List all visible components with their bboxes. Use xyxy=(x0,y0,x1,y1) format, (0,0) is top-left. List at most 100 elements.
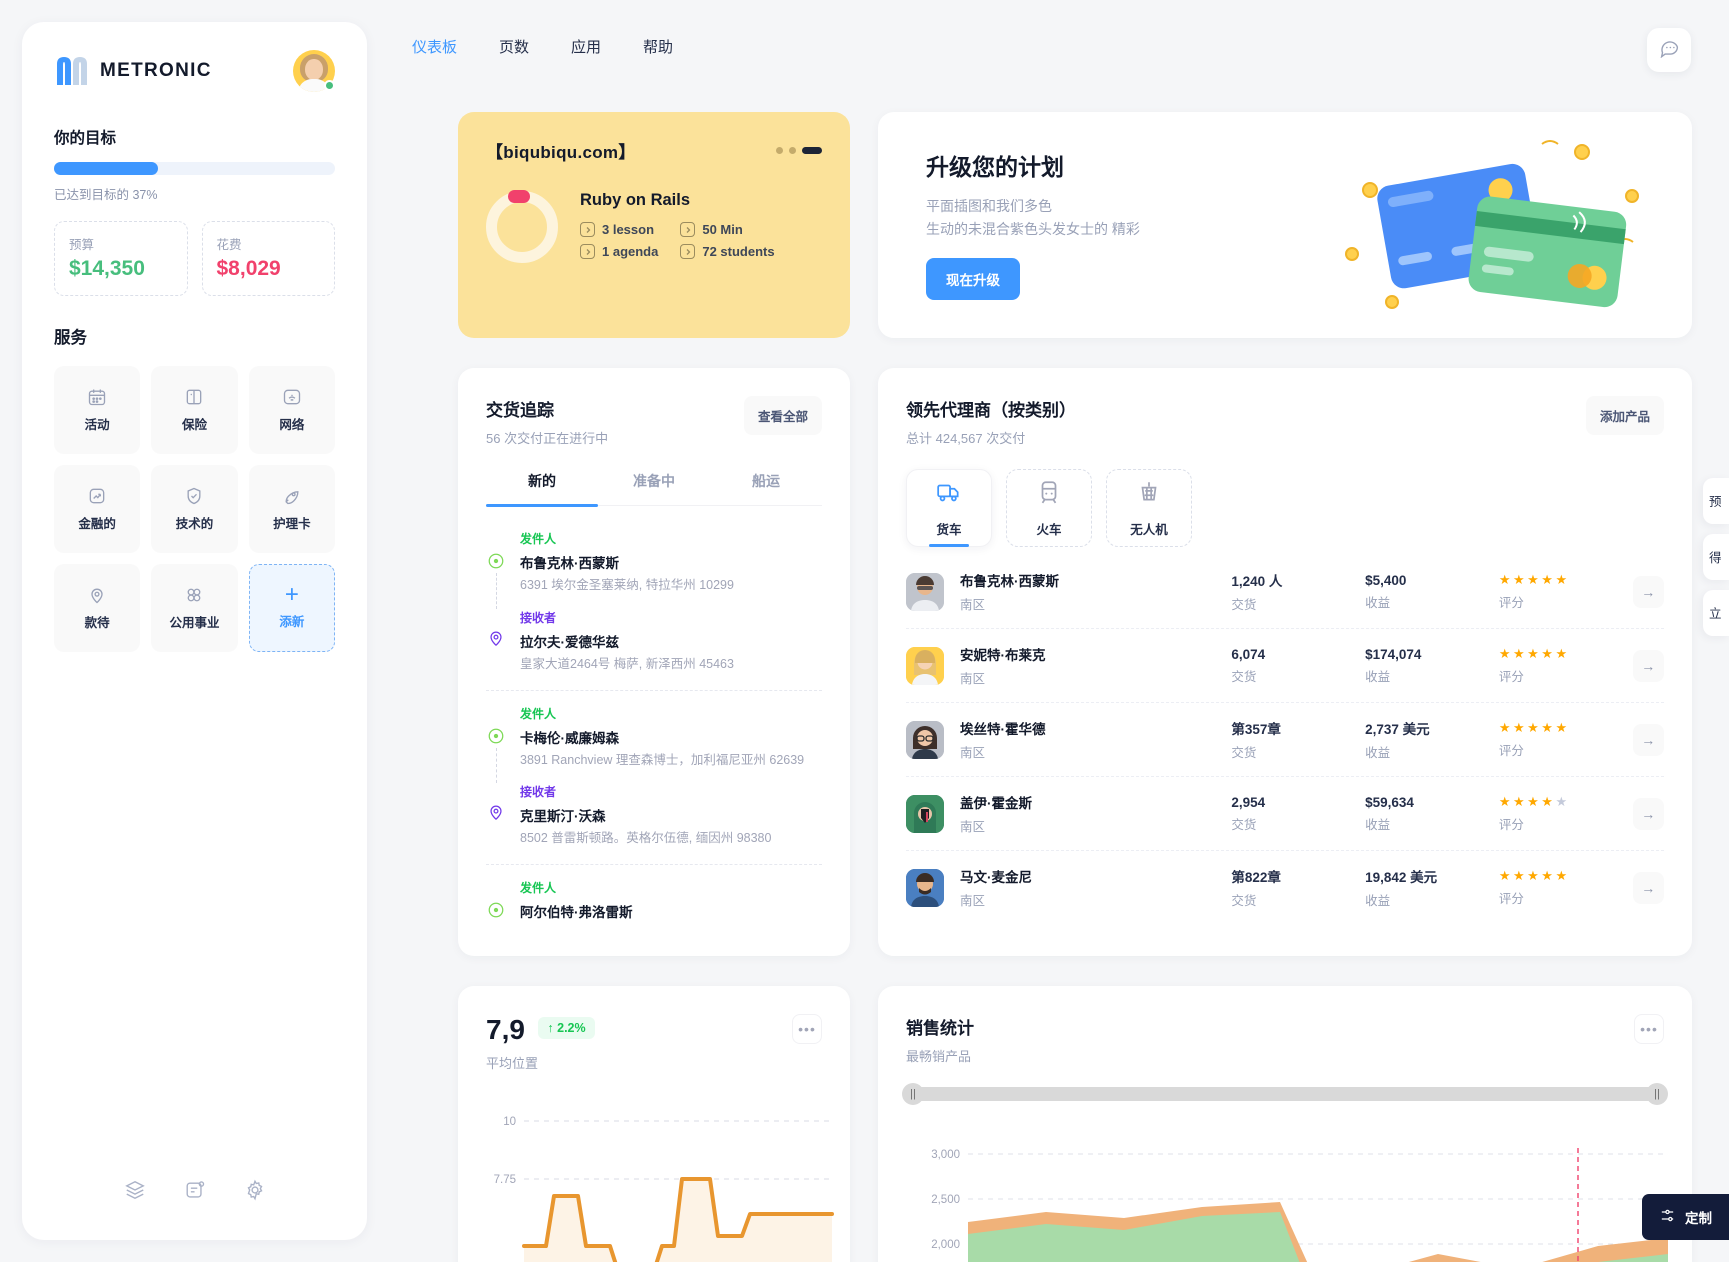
delivery-value: 2,954 xyxy=(1231,794,1266,810)
star-rating: ★ ★ ★ ★ ★ xyxy=(1498,868,1568,883)
tab-preparing[interactable]: 准备中 xyxy=(598,471,710,505)
service-cell-add-new[interactable]: + 添新 xyxy=(248,564,335,652)
arrow-right-icon[interactable]: → xyxy=(1632,649,1664,682)
service-cell-network[interactable]: 网络 xyxy=(248,366,335,454)
delivery-item[interactable]: 发件人 卡梅伦·威廉姆森 3891 Ranchview 理查森博士，加利福尼亚州… xyxy=(486,691,822,865)
ellipsis-icon[interactable]: ••• xyxy=(1634,1014,1664,1044)
revenue-value: 19,842 美元 xyxy=(1365,870,1438,885)
revenue-label: 收益 xyxy=(1365,894,1391,908)
carousel-pagination[interactable] xyxy=(776,147,822,154)
delivery-item[interactable]: 发件人 布鲁克林·西蒙斯 6391 埃尔金圣塞莱纳, 特拉华州 10299 接收… xyxy=(486,516,822,691)
edge-tab-3[interactable]: 立 xyxy=(1703,590,1729,636)
range-handle-right[interactable]: || xyxy=(1646,1083,1668,1105)
category-label: 火车 xyxy=(1036,522,1062,537)
service-cell-care-card[interactable]: 护理卡 xyxy=(248,465,335,553)
view-all-button[interactable]: 查看全部 xyxy=(743,396,822,435)
service-label: 技术的 xyxy=(175,517,214,531)
sales-card-header: 销售统计 最畅销产品 ••• xyxy=(878,986,1692,1065)
service-cell-hospitality[interactable]: 款待 xyxy=(54,564,141,652)
revenue-value: $59,634 xyxy=(1365,794,1414,810)
delivery-label: 交货 xyxy=(1231,746,1257,760)
edge-tab-1[interactable]: 预 xyxy=(1703,478,1729,524)
nav-item-pages[interactable]: 页数 xyxy=(499,36,529,57)
service-cell-insurance[interactable]: 保险 xyxy=(151,366,238,454)
delivery-value: 第357章 xyxy=(1231,722,1281,737)
customize-button[interactable]: 定制 xyxy=(1642,1194,1729,1240)
upgrade-now-button[interactable]: 现在升级 xyxy=(926,258,1020,301)
agents-table: 布鲁克林·西蒙斯 南区 1,240 人 交货 $5,400 收益 ★ ★ ★ ★ ★ 评… xyxy=(878,547,1692,924)
pager-dot-active[interactable] xyxy=(802,147,822,154)
nav-item-apps[interactable]: 应用 xyxy=(571,36,601,57)
agent-name: 布鲁克林·西蒙斯 xyxy=(960,574,1059,589)
user-avatar[interactable] xyxy=(293,50,335,92)
metronic-logo-icon xyxy=(54,56,88,86)
service-label: 护理卡 xyxy=(273,517,311,531)
pager-dot[interactable] xyxy=(776,147,783,154)
grid-dots-icon xyxy=(184,585,204,605)
layers-icon[interactable] xyxy=(124,1179,146,1206)
category-train[interactable]: 火车 xyxy=(1006,469,1092,547)
table-row[interactable]: 安妮特·布莱克 南区 6,074 交货 $174,074 收益 ★ ★ ★ ★ ★ 评分… xyxy=(906,629,1664,703)
course-card-body: Ruby on Rails 3 lesson 50 Min 1 agenda 7… xyxy=(458,163,850,263)
range-handle-left[interactable]: || xyxy=(902,1083,924,1105)
chat-button[interactable] xyxy=(1647,28,1691,72)
course-name: Ruby on Rails xyxy=(580,191,691,209)
course-meta-text: 1 agenda xyxy=(602,244,659,259)
average-value-row: 7,9 ↑ 2.2% xyxy=(486,1014,595,1046)
table-row[interactable]: 马文·麦金尼 南区 第822章 交货 19,842 美元 收益 ★ ★ ★ ★ ★ 评分… xyxy=(906,851,1664,924)
category-truck[interactable]: 货车 xyxy=(906,469,992,547)
agent-region: 南区 xyxy=(960,746,986,760)
service-cell-technical[interactable]: 技术的 xyxy=(151,465,238,553)
delivery-item[interactable]: 发件人 阿尔伯特·弗洛雷斯 xyxy=(486,865,822,937)
service-cell-utilities[interactable]: 公用事业 xyxy=(151,564,238,652)
spend-box: 花费 $8,029 xyxy=(201,221,335,296)
star-rating: ★ ★ ★ ★ ★ xyxy=(1498,572,1568,587)
rating-label: 评分 xyxy=(1498,596,1524,610)
tab-new[interactable]: 新的 xyxy=(486,471,598,507)
customize-label: 定制 xyxy=(1685,1211,1712,1226)
gear-icon[interactable] xyxy=(244,1179,266,1206)
nav-item-dashboard[interactable]: 仪表板 xyxy=(412,36,457,57)
arrow-right-icon[interactable]: → xyxy=(1632,575,1664,608)
receiver-pin-icon xyxy=(487,629,505,647)
service-label: 添新 xyxy=(279,615,305,629)
star-rating: ★ ★ ★ ★ ★ xyxy=(1498,794,1568,809)
pager-dot[interactable] xyxy=(789,147,796,154)
revenue-value: $174,074 xyxy=(1365,646,1422,662)
delivery-tabs: 新的 准备中 船运 xyxy=(486,471,822,507)
revenue-value: 2,737 美元 xyxy=(1365,722,1430,737)
brand[interactable]: METRONIC xyxy=(54,56,212,86)
table-row[interactable]: 布鲁克林·西蒙斯 南区 1,240 人 交货 $5,400 收益 ★ ★ ★ ★ ★ 评… xyxy=(906,555,1664,629)
goal-progress-caption: 已达到目标的 37% xyxy=(54,188,158,202)
arrow-right-icon[interactable]: → xyxy=(1632,871,1664,904)
goal-stats: 预算 $14,350 花费 $8,029 xyxy=(54,221,335,296)
ellipsis-icon[interactable]: ••• xyxy=(792,1014,822,1044)
average-card-header: 7,9 ↑ 2.2% 平均位置 ••• xyxy=(458,986,850,1072)
delivery-label: 交货 xyxy=(1231,817,1257,832)
avatar xyxy=(906,794,944,833)
sales-subtitle: 最畅销产品 xyxy=(906,1049,972,1064)
table-row[interactable]: 埃丝特·霍华德 南区 第357章 交货 2,737 美元 收益 ★ ★ ★ ★ ★ 评分… xyxy=(906,703,1664,777)
table-row[interactable]: 盖伊·霍金斯 南区 2,954 交货 $59,634 收益 ★ ★ ★ ★ ★ 评分 → xyxy=(906,777,1664,851)
service-cell-activity[interactable]: 活动 xyxy=(54,366,141,454)
delivery-card-header: 交货追踪 56 次交付正在进行中 查看全部 xyxy=(458,368,850,447)
drone-icon xyxy=(1136,479,1162,510)
arrow-right-icon[interactable]: → xyxy=(1632,797,1664,830)
tab-shipping[interactable]: 船运 xyxy=(710,471,822,505)
arrow-right-icon[interactable]: → xyxy=(1632,723,1664,756)
nav-item-help[interactable]: 帮助 xyxy=(643,36,673,57)
category-drone[interactable]: 无人机 xyxy=(1106,469,1192,547)
chevron-right-box-icon xyxy=(580,244,595,259)
service-cell-finance[interactable]: 金融的 xyxy=(54,465,141,553)
rating-cell: ★ ★ ★ ★ ★ 评分 xyxy=(1499,572,1633,611)
delivery-value: 1,240 人 xyxy=(1231,574,1283,589)
spend-label: 花费 xyxy=(216,238,242,252)
note-icon[interactable] xyxy=(184,1179,206,1206)
receiver-label: 接收者 xyxy=(520,610,557,625)
chart-range-slider[interactable]: || || xyxy=(902,1083,1668,1105)
revenue-label: 收益 xyxy=(1365,746,1391,760)
avatar xyxy=(906,572,944,611)
add-product-button[interactable]: 添加产品 xyxy=(1585,396,1664,435)
sender-pin-icon xyxy=(487,727,505,745)
edge-tab-2[interactable]: 得 xyxy=(1703,534,1729,580)
